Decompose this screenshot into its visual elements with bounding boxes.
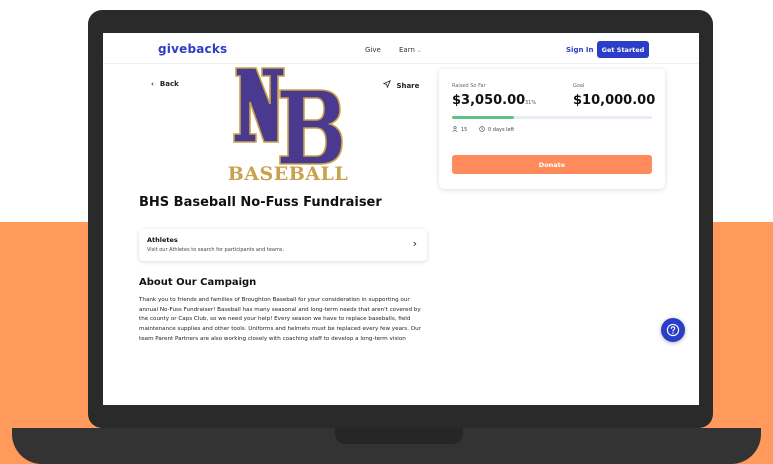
share-link[interactable]: Share [382, 80, 420, 90]
top-nav: givebacks Give Earn ⌄ Sign In Get Started [103, 33, 699, 64]
donation-card: Raised So Far Goal $3,050.00 31% $10,000… [439, 69, 665, 189]
back-label: Back [159, 80, 179, 88]
chevron-right-icon: › [412, 237, 417, 250]
question-circle-icon [666, 323, 680, 337]
nb-monogram [233, 67, 343, 165]
donor-count: 15 [452, 126, 467, 133]
laptop-notch [335, 428, 463, 444]
donate-button[interactable]: Donate [452, 155, 652, 174]
nav-give-link[interactable]: Give [365, 46, 381, 54]
nav-earn-label: Earn [399, 46, 415, 54]
athletes-subtitle: Visit our Athletes to search for partici… [147, 247, 285, 253]
athletes-title: Athletes [147, 236, 178, 244]
raised-amount: $3,050.00 [452, 93, 526, 108]
goal-amount: $10,000.00 [573, 93, 656, 108]
campaign-title: BHS Baseball No-Fuss Fundraiser [139, 195, 382, 210]
back-link[interactable]: ‹ Back [151, 80, 179, 88]
send-icon [382, 80, 393, 90]
days-left: 0 days left [479, 126, 514, 133]
arrow-left-icon: ‹ [151, 80, 154, 88]
chevron-down-icon: ⌄ [416, 47, 422, 54]
progress-bar [452, 116, 652, 119]
share-label: Share [396, 82, 420, 90]
team-logo: BASEBALL [228, 67, 348, 185]
baseball-wordmark: BASEBALL [228, 163, 348, 185]
progress-fill [452, 116, 514, 119]
days-left-value: 0 days left [488, 127, 515, 133]
about-text: Thank you to friends and families of Bro… [139, 297, 422, 342]
athletes-card[interactable]: Athletes Visit our Athletes to search fo… [139, 229, 427, 261]
goal-label: Goal [573, 83, 585, 89]
person-icon [452, 126, 458, 132]
get-started-button[interactable]: Get Started [597, 41, 649, 58]
about-heading: About Our Campaign [139, 277, 257, 288]
nav-earn-menu[interactable]: Earn ⌄ [399, 46, 422, 54]
laptop-screen: givebacks Give Earn ⌄ Sign In Get Started… [103, 33, 699, 405]
raised-label: Raised So Far [452, 83, 486, 89]
donor-count-value: 15 [461, 127, 468, 133]
raised-percent: 31% [525, 100, 537, 106]
sign-in-link[interactable]: Sign In [566, 46, 593, 54]
help-button[interactable] [661, 318, 685, 342]
clock-icon [479, 126, 485, 132]
brand-logo[interactable]: givebacks [158, 42, 227, 56]
